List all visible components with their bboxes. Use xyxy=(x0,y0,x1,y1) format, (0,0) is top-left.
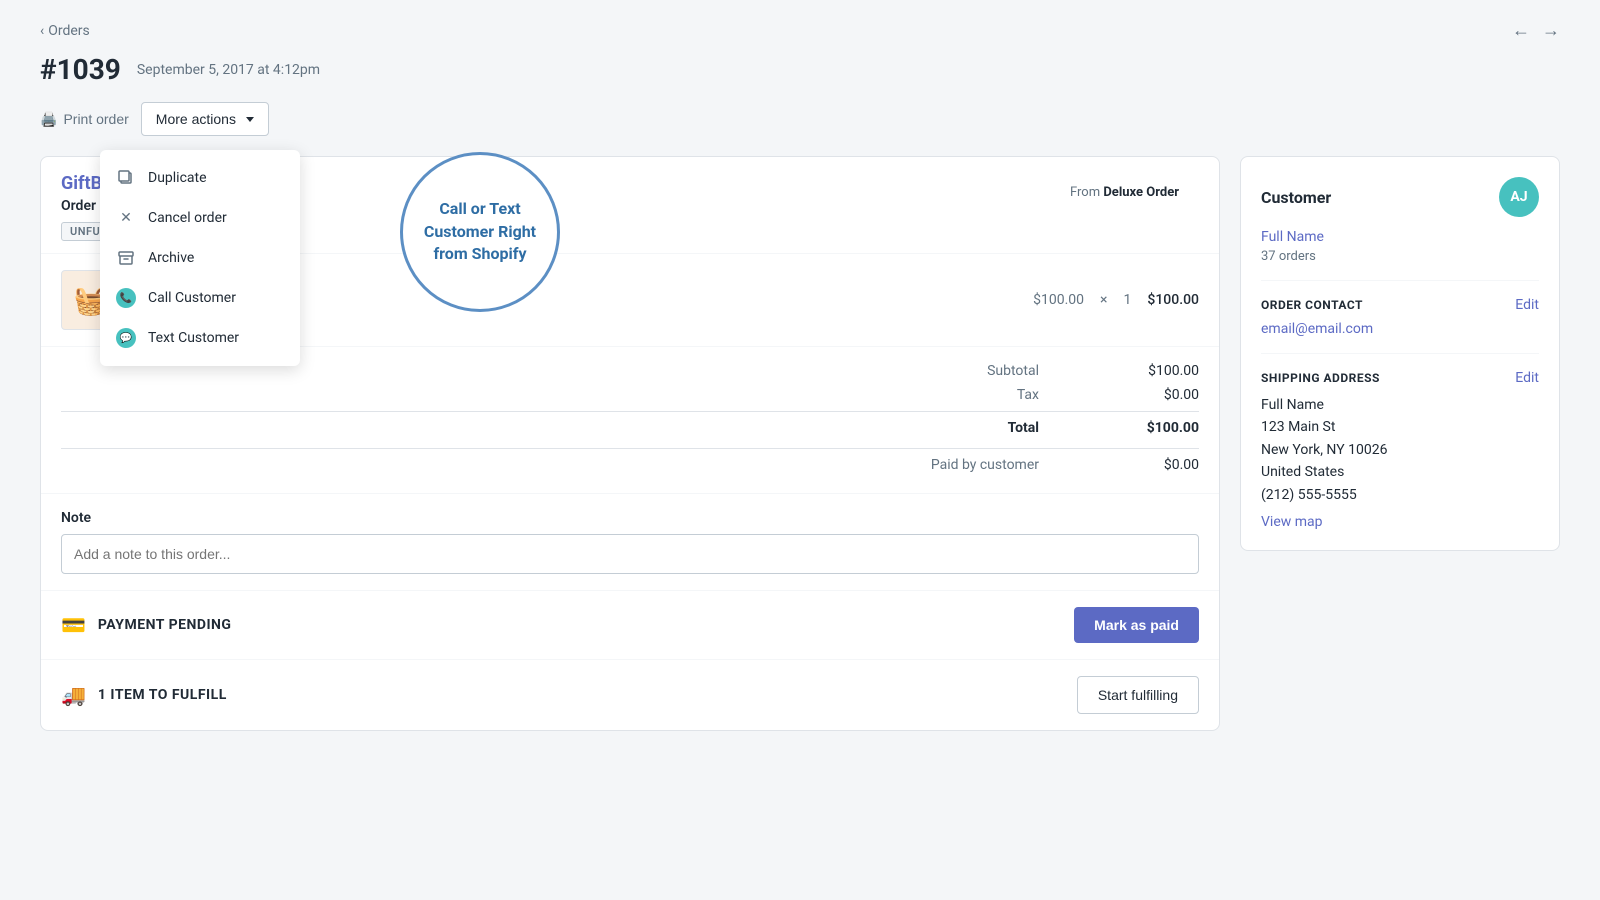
text-label: Text Customer xyxy=(148,330,239,346)
archive-label: Archive xyxy=(148,250,194,266)
fulfill-label: 1 ITEM TO FULFILL xyxy=(98,687,227,703)
call-label: Call Customer xyxy=(148,290,236,306)
source-name: Deluxe Order xyxy=(1103,185,1179,200)
shipping-edit-button[interactable]: Edit xyxy=(1515,370,1539,386)
view-map-link[interactable]: View map xyxy=(1261,514,1539,530)
start-fulfilling-button[interactable]: Start fulfilling xyxy=(1077,676,1199,714)
more-actions-button[interactable]: More actions xyxy=(141,102,269,136)
shipping-section-label: SHIPPING ADDRESS xyxy=(1261,371,1380,385)
note-input[interactable] xyxy=(61,534,1199,574)
product-total: $100.00 xyxy=(1147,292,1199,308)
customer-name[interactable]: Full Name xyxy=(1261,229,1539,245)
action-bar: 🖨️ Print order More actions Duplicate ✕ … xyxy=(40,102,1560,136)
quantity-x: × xyxy=(1100,292,1107,308)
customer-card: Customer AJ Full Name 37 orders ORDER CO… xyxy=(1240,156,1560,551)
product-quantity: 1 xyxy=(1123,292,1131,308)
address-line-1: Full Name xyxy=(1261,394,1539,416)
customer-title: Customer xyxy=(1261,188,1331,207)
dropdown-item-text[interactable]: 💬 Text Customer xyxy=(100,318,300,358)
paid-label: Paid by customer xyxy=(931,457,1039,473)
back-arrow-icon: ‹ xyxy=(40,23,44,39)
text-icon: 💬 xyxy=(116,328,136,348)
duplicate-icon xyxy=(116,168,136,188)
total-value: $100.00 xyxy=(1119,420,1199,436)
dropdown-item-call[interactable]: 📞 Call Customer xyxy=(100,278,300,318)
avatar: AJ xyxy=(1499,177,1539,217)
prev-order-button[interactable]: ← xyxy=(1512,20,1530,41)
order-header: #1039 September 5, 2017 at 4:12pm xyxy=(40,53,1560,86)
source-label: From xyxy=(1070,185,1100,200)
address-line-2: 123 Main St xyxy=(1261,416,1539,438)
cancel-icon: ✕ xyxy=(116,208,136,228)
customer-header: Customer AJ xyxy=(1261,177,1539,217)
truck-icon: 🚚 xyxy=(61,683,86,707)
note-section: Note xyxy=(41,493,1219,590)
paid-value: $0.00 xyxy=(1119,457,1199,473)
next-order-button[interactable]: → xyxy=(1542,20,1560,41)
dropdown-item-cancel[interactable]: ✕ Cancel order xyxy=(100,198,300,238)
archive-icon xyxy=(116,248,136,268)
payment-icon: 💳 xyxy=(61,613,86,637)
customer-orders: 37 orders xyxy=(1261,249,1539,264)
dropdown-menu: Duplicate ✕ Cancel order Archive 📞 Cal xyxy=(100,150,300,366)
order-source: From Deluxe Order xyxy=(1050,173,1199,200)
duplicate-label: Duplicate xyxy=(148,170,207,186)
contact-section-header: ORDER CONTACT Edit xyxy=(1261,297,1539,313)
tax-value: $0.00 xyxy=(1119,387,1199,403)
divider-2 xyxy=(1261,353,1539,354)
payment-section: 💳 PAYMENT PENDING Mark as paid xyxy=(41,590,1219,659)
mark-as-paid-button[interactable]: Mark as paid xyxy=(1074,607,1199,643)
note-label: Note xyxy=(61,510,1199,526)
call-icon: 📞 xyxy=(116,288,136,308)
address-line-5: (212) 555-5555 xyxy=(1261,484,1539,506)
order-summary: Subtotal $100.00 Tax $0.00 Total $100.00… xyxy=(41,346,1219,493)
subtotal-value: $100.00 xyxy=(1119,363,1199,379)
order-date: September 5, 2017 at 4:12pm xyxy=(137,62,320,78)
dropdown-item-archive[interactable]: Archive xyxy=(100,238,300,278)
top-nav: ‹ Orders ← → xyxy=(40,20,1560,41)
back-link-label: Orders xyxy=(48,23,90,39)
tax-label: Tax xyxy=(1017,387,1039,403)
callout-text: Call or Text Customer Right from Shopify xyxy=(419,198,541,265)
chevron-down-icon xyxy=(246,117,254,122)
printer-icon: 🖨️ xyxy=(40,111,57,128)
product-price: $100.00 xyxy=(1033,292,1084,308)
contact-edit-button[interactable]: Edit xyxy=(1515,297,1539,313)
cancel-label: Cancel order xyxy=(148,210,227,226)
fulfill-section: 🚚 1 ITEM TO FULFILL Start fulfilling xyxy=(41,659,1219,730)
contact-section-label: ORDER CONTACT xyxy=(1261,298,1363,312)
paid-row: Paid by customer $0.00 xyxy=(61,448,1199,477)
order-number: #1039 xyxy=(40,53,121,86)
divider-1 xyxy=(1261,280,1539,281)
total-label: Total xyxy=(1008,420,1039,436)
more-actions-label: More actions xyxy=(156,111,236,127)
right-panel: Customer AJ Full Name 37 orders ORDER CO… xyxy=(1240,156,1560,567)
payment-label: PAYMENT PENDING xyxy=(98,617,232,633)
address-line-3: New York, NY 10026 xyxy=(1261,439,1539,461)
callout-circle: Call or Text Customer Right from Shopify xyxy=(400,152,560,312)
back-link[interactable]: ‹ Orders xyxy=(40,23,90,39)
subtotal-label: Subtotal xyxy=(987,363,1039,379)
nav-arrows: ← → xyxy=(1512,20,1560,41)
contact-email[interactable]: email@email.com xyxy=(1261,321,1373,337)
dropdown-item-duplicate[interactable]: Duplicate xyxy=(100,158,300,198)
product-pricing: $100.00 × 1 $100.00 xyxy=(1033,292,1199,308)
shipping-address: Full Name 123 Main St New York, NY 10026… xyxy=(1261,394,1539,506)
tax-row: Tax $0.00 xyxy=(61,383,1199,407)
print-label: Print order xyxy=(63,111,128,127)
print-order-button[interactable]: 🖨️ Print order xyxy=(40,111,129,128)
address-line-4: United States xyxy=(1261,461,1539,483)
shipping-section-header: SHIPPING ADDRESS Edit xyxy=(1261,370,1539,386)
total-row: Total $100.00 xyxy=(61,411,1199,440)
